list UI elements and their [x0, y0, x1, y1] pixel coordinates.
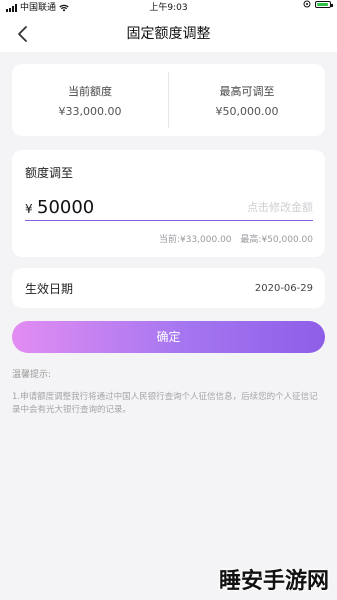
hint-max: 最高:¥50,000.00	[240, 235, 313, 245]
limits-card: 当前额度 ¥33,000.00 最高可调至 ¥50,000.00	[12, 64, 325, 136]
status-bar: 中国联通 上午9:03	[0, 0, 337, 16]
amount-row: ¥ 点击修改金额	[25, 194, 313, 221]
max-limit-value: ¥50,000.00	[215, 104, 279, 118]
status-time: 上午9:03	[149, 3, 188, 13]
limit-hint: 当前:¥33,000.00 最高:¥50,000.00	[159, 232, 313, 245]
hint-current: 当前:¥33,000.00	[158, 235, 232, 245]
status-right	[303, 0, 333, 8]
confirm-button[interactable]: 确定	[12, 321, 325, 353]
page-title: 固定额度调整	[126, 26, 211, 42]
effective-date-label: 生效日期	[25, 281, 74, 296]
max-limit-label: 最高可调至	[219, 84, 275, 98]
current-limit-value: ¥33,000.00	[58, 104, 122, 118]
current-limit: 当前额度 ¥33,000.00	[12, 64, 168, 136]
tips-text: 1.申请额度调整我行将通过中国人民银行查询个人征信信息，后续您的个人征信记录中会…	[12, 392, 318, 415]
current-limit-label: 当前额度	[68, 84, 112, 98]
tips-title: 温馨提示:	[12, 370, 52, 380]
nav-bar: 固定额度调整	[0, 16, 337, 52]
effective-date-row: 生效日期 2020-06-29	[12, 268, 325, 308]
watermark: 睡安手游网	[218, 569, 329, 594]
battery-icon	[315, 0, 333, 8]
amount-input[interactable]	[37, 195, 313, 219]
adjust-card: 额度调至 ¥ 点击修改金额 当前:¥33,000.00 最高:¥50,000.0…	[12, 150, 325, 257]
max-limit: 最高可调至 ¥50,000.00	[169, 64, 325, 136]
currency-symbol: ¥	[25, 202, 33, 216]
effective-date-value: 2020-06-29	[254, 282, 313, 294]
orientation-lock-icon	[303, 0, 311, 8]
adjust-title: 额度调至	[25, 166, 74, 180]
